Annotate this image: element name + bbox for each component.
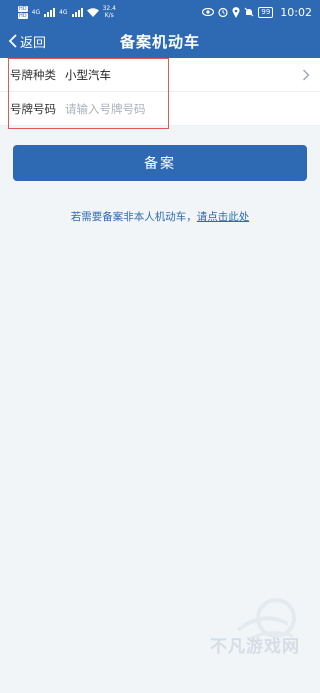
sim-1-label: HD [18,5,28,12]
hint-text: 若需要备案非本人机动车， [70,211,197,223]
network-type: 4G [31,8,41,16]
signal-icon-2 [71,7,83,17]
sim-2-label: HD [18,12,28,19]
network-speed: 32.4 K/s [103,5,116,19]
wifi-icon [86,7,99,17]
status-bar-right: 99 10:02 [202,6,312,19]
signal-icon [44,7,56,17]
vehicle-form: 号牌种类 小型汽车 号牌号码 [0,58,320,126]
speed-unit: K/s [104,12,114,19]
chevron-right-icon [303,69,310,81]
battery-indicator: 99 [258,6,274,18]
page-title: 备案机动车 [119,32,200,51]
back-button[interactable]: 返回 [8,24,46,58]
plate-number-label: 号牌号码 [10,101,56,116]
speed-value: 32.4 [102,5,116,12]
network-type-2: 4G [59,8,68,16]
plate-type-label: 号牌种类 [10,67,56,82]
status-bar: HD HD 4G 4G 32.4 K/s 99 10:02 [0,0,320,24]
back-label: 返回 [20,35,47,51]
plate-type-row[interactable]: 号牌种类 小型汽车 [0,58,320,92]
mute-bell-icon [244,7,254,17]
plate-type-value: 小型汽车 [65,67,111,82]
plate-number-row: 号牌号码 [0,92,320,126]
hint-line: 若需要备案非本人机动车，请点击此处 [0,209,320,224]
submit-button[interactable]: 备案 [13,145,307,181]
alarm-icon [218,7,228,17]
nav-bar: 返回 备案机动车 [0,24,320,58]
hint-link[interactable]: 请点击此处 [197,211,250,223]
status-bar-left: HD HD 4G 4G 32.4 K/s [18,5,116,19]
eye-icon [202,8,215,16]
watermark-text: 不凡游戏网 [210,637,300,657]
chevron-left-icon [8,34,17,48]
plate-number-input[interactable] [65,101,265,116]
clock: 10:02 [280,5,312,19]
sim-indicator: HD HD [18,5,28,19]
location-icon [232,6,240,18]
